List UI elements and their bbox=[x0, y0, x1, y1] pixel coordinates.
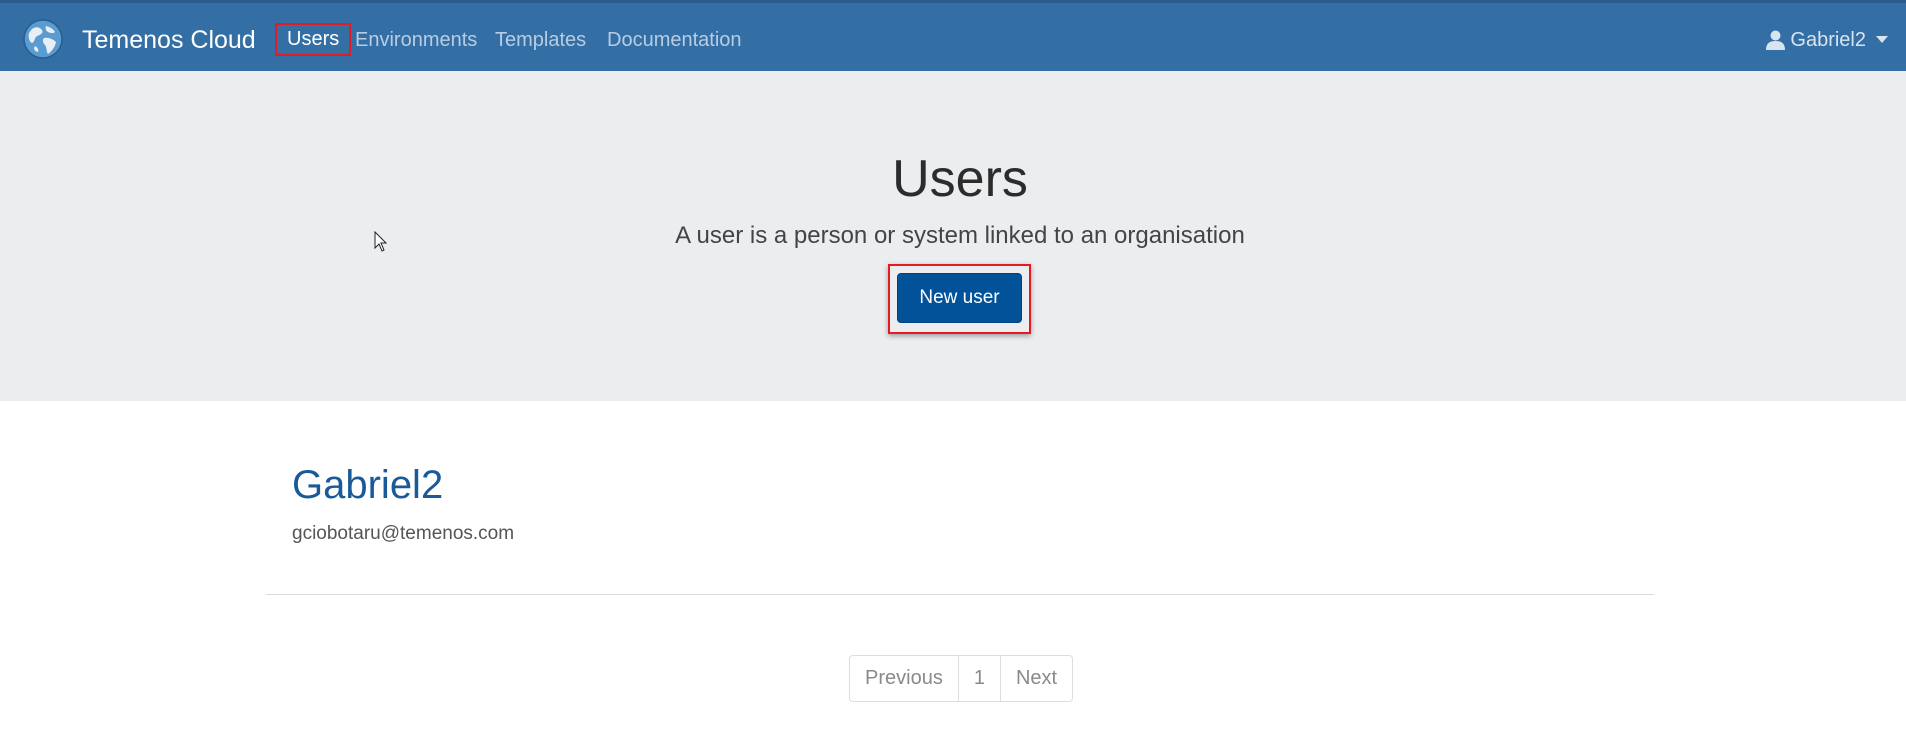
user-menu-dropdown[interactable]: Gabriel2 bbox=[1766, 27, 1888, 53]
mouse-cursor-icon bbox=[374, 231, 388, 252]
page-subtitle: A user is a person or system linked to a… bbox=[675, 222, 1245, 249]
nav-link-documentation[interactable]: Documentation bbox=[607, 27, 742, 53]
nav-link-environments[interactable]: Environments bbox=[355, 27, 477, 53]
user-menu-label: Gabriel2 bbox=[1790, 29, 1866, 51]
user-list-item: Gabriel2 gciobotaru@temenos.com bbox=[266, 460, 1654, 595]
new-user-button[interactable]: New user bbox=[897, 273, 1022, 323]
pagination-page-1[interactable]: 1 bbox=[957, 656, 1000, 701]
hero-section: Users A user is a person or system linke… bbox=[0, 71, 1906, 401]
globe-logo-icon[interactable] bbox=[22, 18, 64, 60]
pagination: Previous 1 Next bbox=[849, 655, 1074, 702]
user-name-link[interactable]: Gabriel2 bbox=[292, 460, 443, 510]
nav-link-templates[interactable]: Templates bbox=[495, 27, 586, 53]
pagination-next-button[interactable]: Next bbox=[999, 656, 1072, 701]
pagination-previous-button[interactable]: Previous bbox=[850, 656, 958, 701]
caret-down-icon bbox=[1876, 36, 1888, 43]
page-title: Users bbox=[892, 150, 1028, 208]
user-email: gciobotaru@temenos.com bbox=[292, 523, 515, 544]
nav-link-users[interactable]: Users bbox=[275, 23, 352, 56]
top-navbar: Temenos Cloud Users Environments Templat… bbox=[0, 0, 1906, 71]
brand-name[interactable]: Temenos Cloud bbox=[82, 25, 256, 55]
new-user-highlight: New user bbox=[888, 264, 1031, 334]
user-icon bbox=[1766, 30, 1786, 50]
